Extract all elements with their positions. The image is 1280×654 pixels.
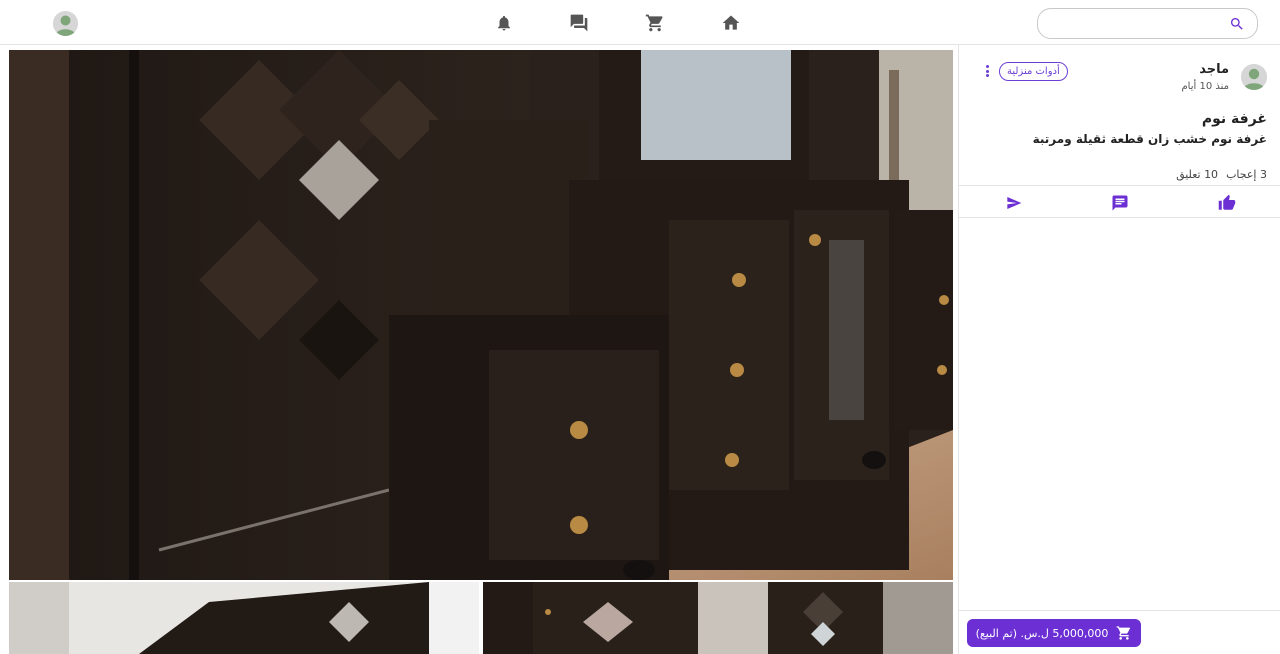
post-actions-bar — [959, 185, 1280, 218]
likes-count: 3 إعجاب — [1226, 168, 1267, 181]
share-send-icon[interactable] — [1005, 194, 1023, 212]
search-icon[interactable] — [1229, 16, 1245, 32]
notifications-bell-icon[interactable] — [493, 12, 515, 34]
image-gallery — [0, 45, 958, 654]
search-bar[interactable] — [1037, 8, 1258, 39]
cart-icon — [1117, 626, 1131, 640]
author-avatar[interactable] — [1241, 64, 1267, 90]
search-input[interactable] — [1048, 13, 1218, 35]
cart-icon[interactable] — [644, 12, 666, 34]
post-title: غرفة نوم — [1201, 111, 1267, 127]
gallery-thumbnail[interactable] — [483, 582, 953, 654]
comment-icon[interactable] — [1111, 194, 1129, 212]
gallery-thumbnail[interactable] — [9, 582, 479, 654]
post-stats: 3 إعجاب 10 تعليق — [1176, 168, 1267, 181]
post-details-panel: ماجد منذ 10 أيام أدوات منزلية غرفة نوم غ… — [958, 45, 1280, 654]
more-options-icon[interactable] — [980, 63, 994, 79]
buy-price-button[interactable]: 5,000,000 ل.س. (تم البيع) — [967, 619, 1141, 647]
category-badge[interactable]: أدوات منزلية — [999, 62, 1068, 81]
post-time: منذ 10 أيام — [1181, 81, 1229, 92]
user-avatar[interactable] — [53, 11, 78, 36]
comments-count[interactable]: 10 تعليق — [1176, 168, 1218, 181]
top-navbar — [0, 0, 1280, 45]
home-icon[interactable] — [720, 12, 742, 34]
post-header: ماجد منذ 10 أيام أدوات منزلية — [971, 62, 1267, 102]
price-label: 5,000,000 ل.س. (تم البيع) — [975, 626, 1109, 640]
main-product-photo[interactable] — [9, 50, 953, 580]
like-icon[interactable] — [1218, 194, 1236, 212]
author-name[interactable]: ماجد — [1199, 62, 1229, 77]
post-description: غرفة نوم خشب زان قطعة ثقيلة ومرتبة — [1032, 132, 1267, 146]
bottom-action-bar: 5,000,000 ل.س. (تم البيع) — [959, 610, 1280, 654]
chat-icon[interactable] — [568, 12, 590, 34]
